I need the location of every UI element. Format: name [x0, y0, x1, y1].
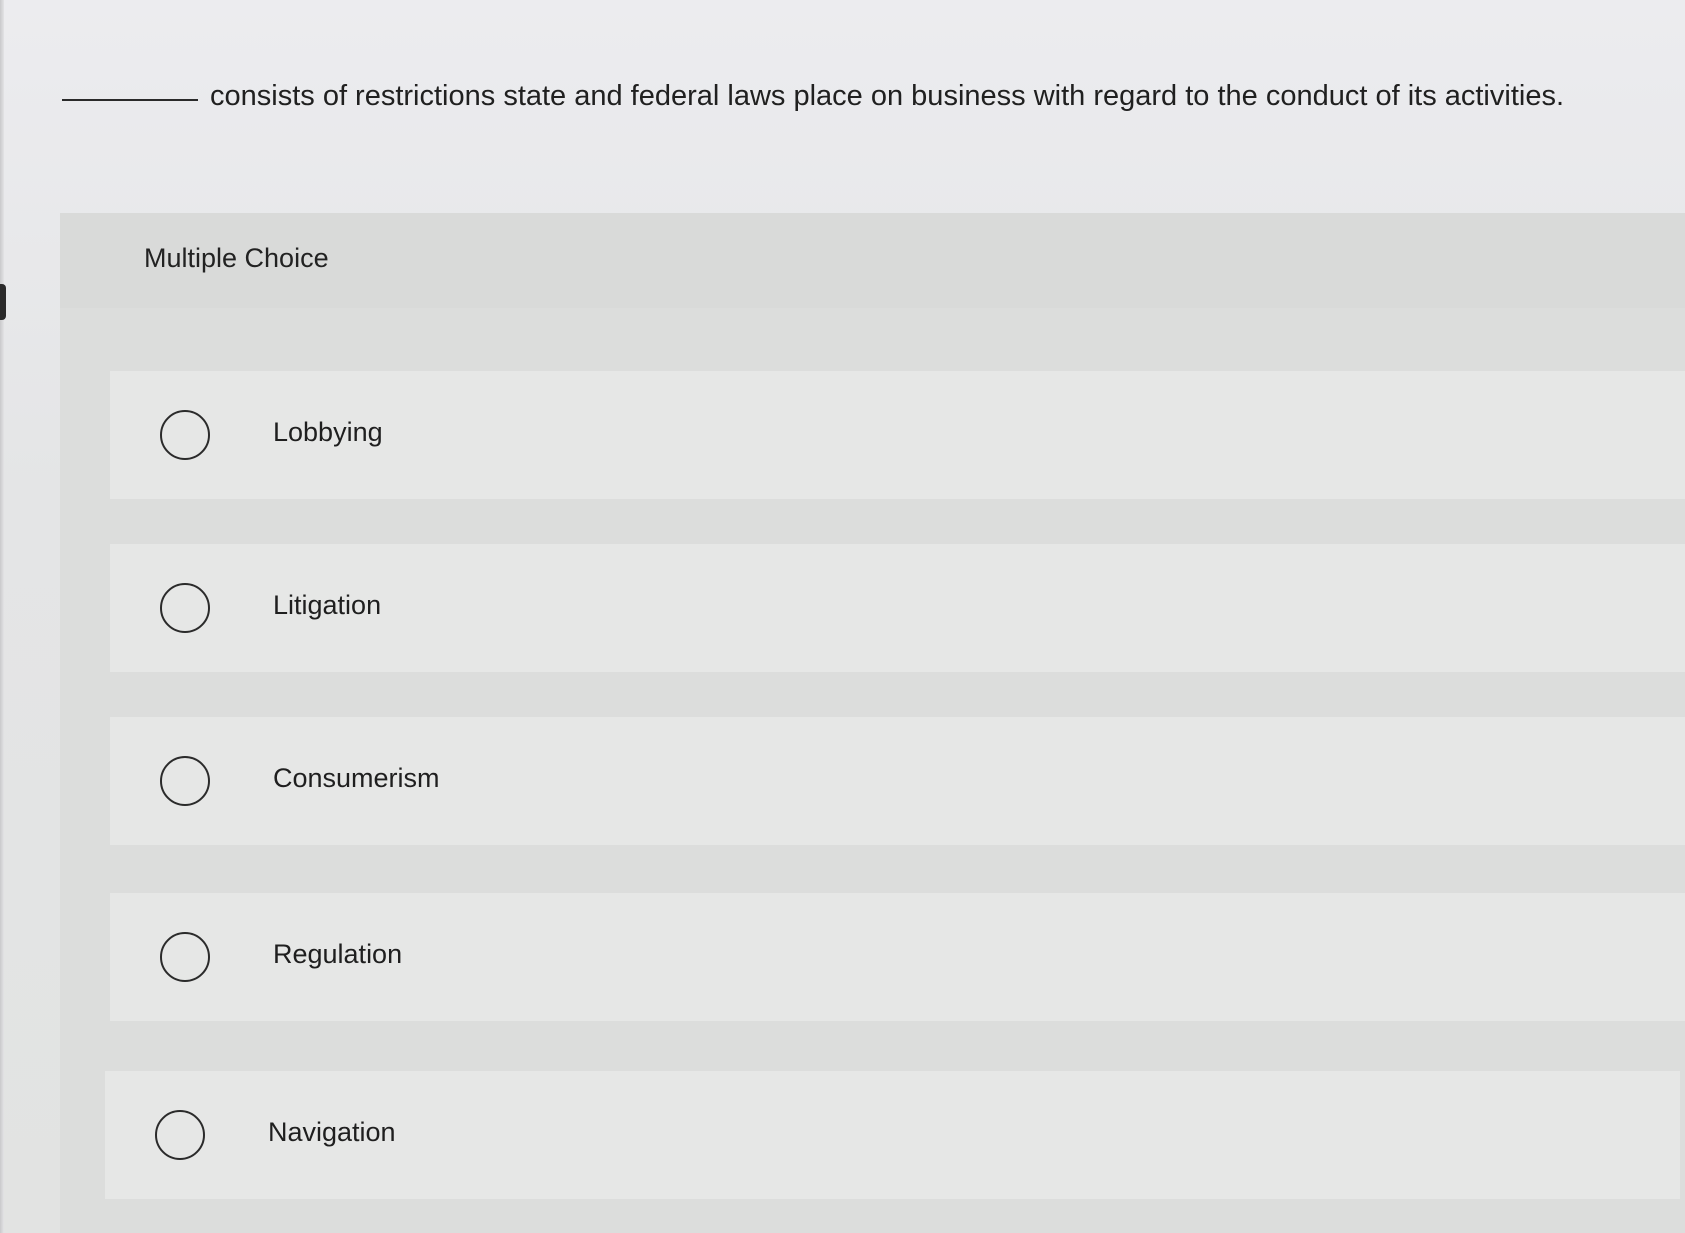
- answer-option-label: Lobbying: [273, 417, 383, 447]
- screen-left-edge: [0, 0, 4, 1233]
- radio-unchecked-icon[interactable]: [155, 1110, 205, 1160]
- radio-unchecked-icon[interactable]: [160, 756, 210, 806]
- answer-option-label: Navigation: [268, 1117, 396, 1147]
- question-prompt: consists of restrictions state and feder…: [62, 76, 1662, 116]
- fill-in-blank-line: [62, 99, 198, 101]
- answer-option-consumerism[interactable]: Consumerism: [110, 717, 1685, 845]
- question-text: consists of restrictions state and feder…: [210, 80, 1565, 112]
- radio-unchecked-icon[interactable]: [160, 932, 210, 982]
- answer-option-lobbying[interactable]: Lobbying: [110, 371, 1685, 499]
- answer-option-navigation[interactable]: Navigation: [105, 1071, 1680, 1199]
- multiple-choice-panel: Multiple Choice Lobbying Litigation Cons…: [60, 213, 1685, 1233]
- quiz-page: consists of restrictions state and feder…: [0, 0, 1685, 1233]
- answer-option-label: Litigation: [273, 590, 382, 620]
- answer-option-litigation[interactable]: Litigation: [110, 544, 1685, 672]
- radio-unchecked-icon[interactable]: [160, 410, 210, 460]
- answer-option-regulation[interactable]: Regulation: [110, 893, 1685, 1021]
- side-tab-handle[interactable]: [0, 284, 6, 320]
- multiple-choice-header: Multiple Choice: [60, 213, 1685, 308]
- multiple-choice-label: Multiple Choice: [144, 243, 329, 273]
- answer-option-label: Consumerism: [273, 763, 440, 793]
- answer-option-label: Regulation: [273, 939, 403, 969]
- radio-unchecked-icon[interactable]: [160, 583, 210, 633]
